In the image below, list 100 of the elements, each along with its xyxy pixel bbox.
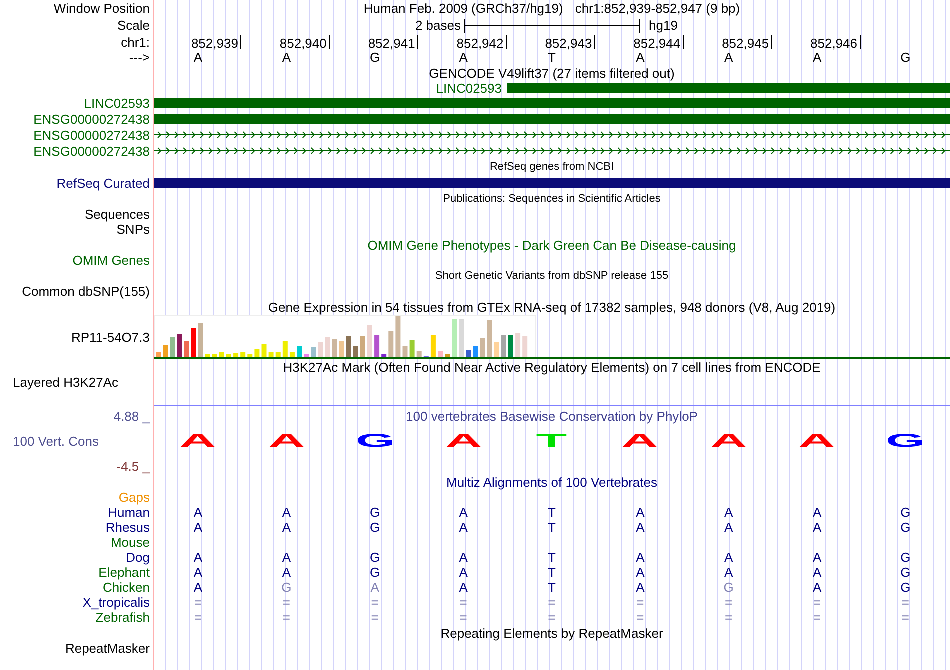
expression-bar — [276, 352, 281, 357]
aligned-base: T — [548, 505, 556, 520]
logo-letter: G — [886, 434, 926, 448]
gene-bar[interactable] — [154, 98, 950, 108]
expression-bar — [212, 354, 218, 357]
track-label[interactable]: Common dbSNP(155) — [22, 284, 150, 299]
track-label[interactable]: RP11-54O7.3 — [71, 330, 150, 344]
logo-letter: T — [536, 434, 568, 448]
aligned-base: = — [194, 610, 202, 625]
expression-bar — [480, 338, 486, 357]
track-label[interactable]: Human — [108, 505, 150, 520]
expression-bar — [219, 352, 224, 357]
aligned-base: A — [459, 580, 468, 595]
track-label[interactable]: Chicken — [103, 580, 150, 595]
aligned-base: A — [812, 550, 822, 565]
track-label[interactable]: Layered H3K27Ac — [13, 375, 119, 390]
expression-bar — [290, 352, 295, 357]
expression-bar — [346, 336, 352, 357]
track-label[interactable]: ENSG00000272438 — [34, 144, 150, 158]
expression-bar — [184, 341, 190, 357]
aligned-base: A — [724, 565, 734, 580]
track-label[interactable]: Scale — [117, 18, 150, 33]
expression-bar — [332, 339, 338, 357]
aligned-base: A — [459, 550, 468, 565]
ruler-label: 852,946 — [810, 36, 858, 50]
aligned-base: G — [370, 520, 380, 535]
track-title: OMIM Gene Phenotypes - Dark Green Can Be Disease-causing — [368, 238, 736, 252]
aligned-base: A — [636, 550, 645, 565]
expression-bar — [445, 354, 450, 357]
gene-bar[interactable] — [507, 83, 950, 93]
gene-bar[interactable] — [154, 114, 950, 124]
track-label[interactable]: Sequences — [84, 207, 150, 222]
aligned-base: A — [459, 565, 468, 580]
base-letter: A — [459, 50, 468, 65]
track-label[interactable]: OMIM Genes — [72, 253, 150, 268]
track-label[interactable]: 100 Vert. Cons — [0, 434, 153, 449]
track-label[interactable]: Dog — [126, 550, 150, 565]
aligned-base: A — [459, 505, 468, 520]
aligned-base: G — [370, 550, 380, 565]
aligned-base: G — [282, 580, 292, 595]
expression-bar — [410, 340, 415, 357]
axis-min-label: -4.5 _ — [116, 459, 152, 474]
aligned-base: = — [902, 610, 910, 625]
expression-bar — [297, 346, 302, 357]
expression-bar — [339, 341, 344, 357]
aligned-base: G — [900, 550, 911, 565]
tick-mark — [417, 35, 418, 49]
track-label[interactable]: Zebrafish — [96, 610, 150, 625]
expression-bar — [268, 352, 274, 357]
aligned-base: T — [548, 580, 556, 595]
aligned-base: T — [548, 565, 556, 580]
expression-bar — [163, 345, 168, 357]
aligned-base: A — [812, 580, 822, 595]
track-title: 100 vertebrates Basewise Conservation by PhyloP — [406, 409, 698, 424]
ruler-label: 852,942 — [456, 36, 504, 50]
expression-bar — [226, 354, 232, 357]
aligned-base: G — [900, 505, 911, 520]
aligned-base: G — [900, 580, 911, 595]
gene-bar[interactable] — [154, 178, 950, 188]
assembly-tag: hg19 — [649, 18, 950, 33]
track-label[interactable]: Rhesus — [106, 520, 150, 535]
track-label[interactable]: RepeatMasker — [65, 641, 150, 656]
aligned-base: T — [548, 550, 556, 565]
expression-bar — [282, 341, 288, 357]
expression-bar — [388, 331, 394, 357]
track-label[interactable]: SNPs — [116, 222, 150, 237]
expression-bar — [416, 351, 422, 357]
gene-name[interactable]: LINC02593 — [154, 80, 502, 96]
aligned-base: G — [900, 520, 911, 535]
aligned-base: A — [282, 550, 291, 565]
track-label[interactable]: RefSeq Curated — [56, 176, 150, 190]
track-label[interactable]: chr1: — [121, 34, 150, 50]
track-label[interactable]: ---> — [129, 50, 150, 65]
aligned-base: A — [194, 565, 203, 580]
aligned-base: A — [194, 550, 203, 565]
track-label[interactable]: X_tropicalis — [82, 595, 150, 610]
expression-bar — [254, 349, 260, 357]
aligned-base: A — [724, 520, 734, 535]
track-label[interactable]: ENSG00000272438 — [34, 112, 150, 126]
aligned-base: G — [900, 565, 911, 580]
aligned-base: A — [370, 580, 380, 595]
expression-bar — [198, 323, 204, 357]
logo-letter: A — [445, 434, 482, 448]
aligned-base: A — [282, 505, 291, 520]
track-label[interactable]: LINC02593 — [84, 96, 150, 110]
aligned-base: = — [636, 595, 644, 610]
track-label[interactable]: ENSG00000272438 — [34, 128, 150, 142]
track-label[interactable]: Window Position — [54, 1, 150, 16]
track-label[interactable]: Mouse — [110, 535, 150, 550]
aligned-base: = — [460, 610, 468, 625]
logo-letter: A — [710, 434, 748, 448]
expression-bar — [487, 320, 492, 357]
aligned-base: A — [282, 520, 291, 535]
aligned-base: T — [548, 520, 556, 535]
track-label[interactable]: Elephant — [98, 565, 150, 580]
aligned-base: = — [460, 595, 468, 610]
expression-bar — [325, 337, 330, 357]
logo-letter: A — [622, 434, 659, 448]
expression-bar — [494, 342, 500, 357]
aligned-base: = — [902, 595, 910, 610]
